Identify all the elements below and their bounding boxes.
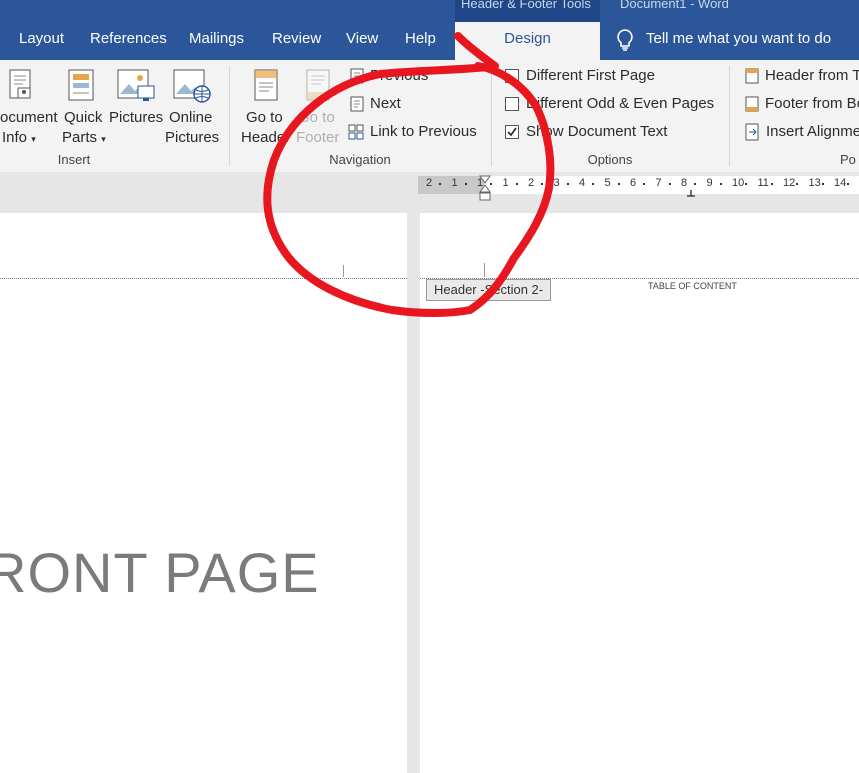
annotation-circle — [263, 32, 555, 317]
